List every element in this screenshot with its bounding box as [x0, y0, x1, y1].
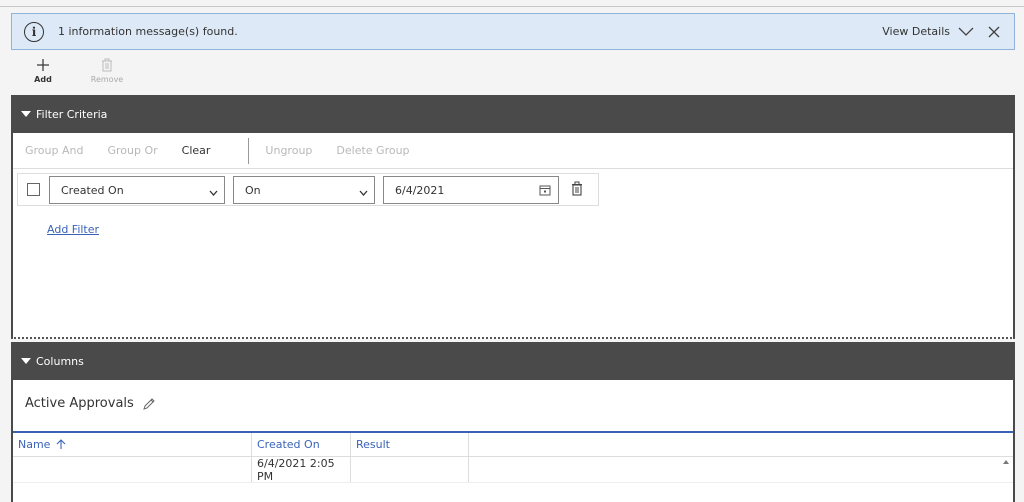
columns-header[interactable]: Columns	[11, 342, 1015, 380]
column-header-name-label: Name	[18, 438, 51, 451]
group-and-button[interactable]: Group And	[25, 144, 83, 157]
date-input[interactable]: 6/4/2021	[383, 176, 559, 204]
plus-icon	[36, 56, 50, 74]
filter-criteria-header[interactable]: Filter Criteria	[11, 95, 1015, 133]
toolbar-divider	[248, 137, 250, 164]
view-details-link[interactable]: View Details	[882, 25, 950, 38]
collapse-triangle-icon	[21, 358, 31, 364]
chevron-down-icon[interactable]	[958, 27, 974, 37]
grid-header-row: Name Created On Result	[13, 431, 1013, 457]
clear-button[interactable]: Clear	[182, 144, 211, 157]
filter-panel: Group And Group Or Clear Ungroup Delete …	[11, 133, 1015, 339]
date-input-value: 6/4/2021	[395, 183, 445, 197]
column-header-created-on-label: Created On	[257, 438, 320, 451]
remove-label: Remove	[90, 75, 124, 84]
columns-title: Columns	[36, 354, 84, 368]
info-banner: i 1 information message(s) found. View D…	[11, 13, 1015, 50]
group-or-button[interactable]: Group Or	[107, 144, 157, 157]
chevron-down-icon	[359, 186, 368, 199]
close-icon[interactable]	[988, 26, 1000, 38]
pencil-icon[interactable]	[142, 397, 156, 411]
cell-result	[351, 457, 469, 482]
operator-select-value: On	[245, 183, 261, 197]
cell-name	[13, 457, 252, 482]
add-button[interactable]: Add	[22, 56, 64, 84]
column-header-created-on[interactable]: Created On	[252, 433, 351, 456]
add-label: Add	[34, 75, 52, 84]
cell-created-on: 6/4/2021 2:05 PM	[252, 457, 351, 483]
results-grid: Name Created On Result 6/4/2021 2:05 PM	[13, 431, 1013, 483]
trash-icon	[101, 56, 113, 74]
column-header-result[interactable]: Result	[351, 433, 469, 456]
add-filter-link[interactable]: Add Filter	[47, 223, 99, 236]
column-header-result-label: Result	[356, 438, 390, 451]
remove-button[interactable]: Remove	[86, 56, 128, 84]
scroll-up-arrow[interactable]	[1003, 460, 1009, 464]
columns-panel: Active Approvals Name Created On Result …	[11, 380, 1015, 502]
table-row[interactable]: 6/4/2021 2:05 PM	[13, 457, 1013, 483]
banner-message: 1 information message(s) found.	[58, 25, 238, 38]
filter-row: Created On On 6/4/2021	[17, 173, 599, 206]
delete-group-button[interactable]: Delete Group	[336, 144, 409, 157]
delete-filter-icon[interactable]	[571, 181, 583, 199]
view-title: Active Approvals	[25, 396, 156, 411]
field-select[interactable]: Created On	[49, 176, 225, 204]
calendar-icon[interactable]	[539, 184, 551, 199]
chevron-down-icon	[209, 186, 218, 199]
filter-row-checkbox[interactable]	[27, 183, 40, 196]
view-name: Active Approvals	[25, 396, 134, 411]
collapse-triangle-icon	[21, 111, 31, 117]
operator-select[interactable]: On	[233, 176, 375, 204]
top-border	[0, 0, 1024, 7]
filter-toolbar: Group And Group Or Clear Ungroup Delete …	[13, 133, 1013, 169]
info-icon: i	[24, 21, 44, 42]
ungroup-button[interactable]: Ungroup	[265, 144, 312, 157]
command-toolbar: Add Remove	[22, 56, 128, 84]
filter-criteria-title: Filter Criteria	[36, 107, 108, 121]
field-select-value: Created On	[61, 183, 124, 197]
sort-ascending-icon	[56, 439, 66, 450]
column-header-name[interactable]: Name	[13, 433, 252, 456]
